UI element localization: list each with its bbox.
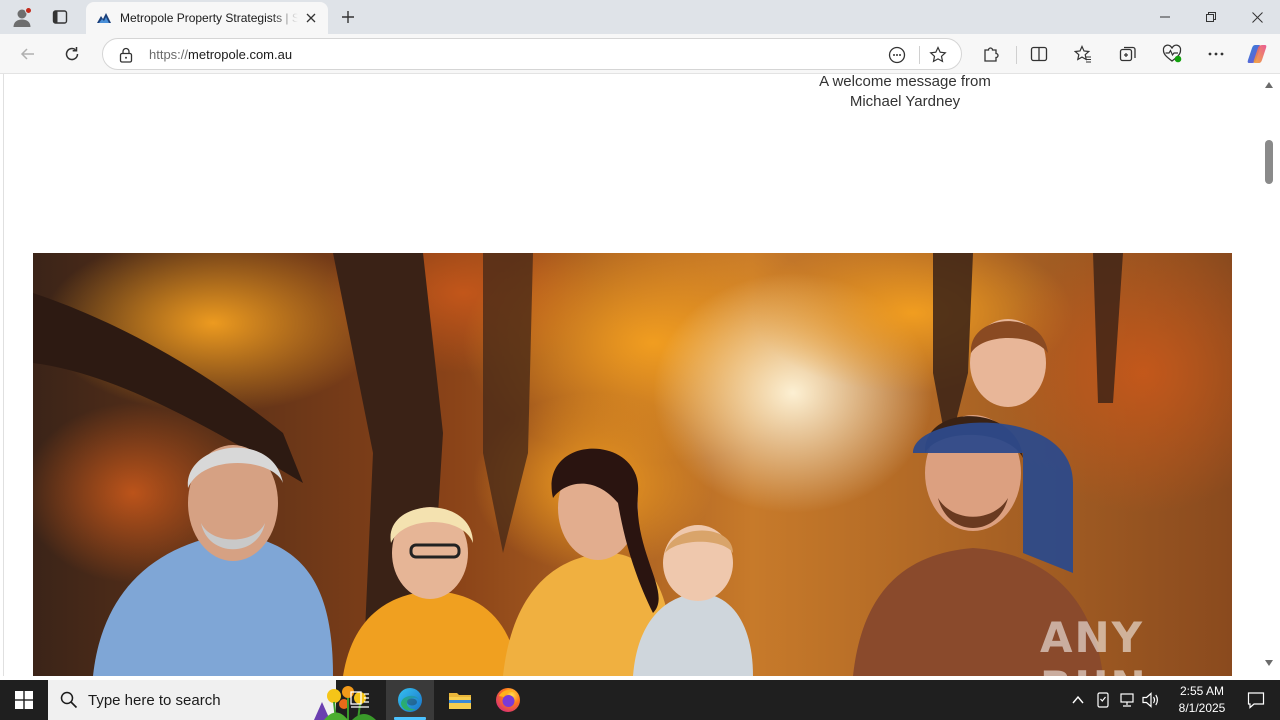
windows-logo-icon <box>15 691 33 709</box>
scroll-thumb[interactable] <box>1265 140 1273 184</box>
page-scrollbar[interactable] <box>1262 74 1276 676</box>
notification-center-button[interactable] <box>1236 680 1276 720</box>
star-add-icon <box>929 46 947 63</box>
scroll-down-button[interactable] <box>1264 658 1274 668</box>
tab-close-button[interactable] <box>302 9 320 27</box>
welcome-message-link[interactable]: A welcome message from Michael Yardney <box>790 74 1020 112</box>
refresh-icon <box>65 47 79 61</box>
address-separator <box>919 46 920 64</box>
metropole-logo-icon <box>97 13 111 23</box>
anyrun-watermark: ANY RUN <box>1040 613 1146 676</box>
browser-essentials-button[interactable] <box>1158 40 1186 68</box>
add-favorite-button[interactable] <box>927 44 949 66</box>
split-screen-button[interactable] <box>1025 40 1053 68</box>
welcome-line-1: A welcome message from <box>819 74 991 90</box>
notification-icon <box>1247 692 1265 709</box>
settings-menu-button[interactable] <box>1202 40 1230 68</box>
collections-icon <box>1119 46 1136 62</box>
device-icon <box>1097 692 1109 708</box>
tab-actions-icon <box>52 10 68 24</box>
url-scheme: https:// <box>149 47 189 62</box>
url-text[interactable]: https://metropole.com.au <box>149 47 292 62</box>
close-icon <box>306 13 316 23</box>
scroll-up-button[interactable] <box>1264 80 1274 90</box>
taskbar-clock[interactable]: 2:55 AM 8/1/2025 <box>1160 683 1244 717</box>
taskbar-file-explorer[interactable] <box>436 680 484 720</box>
favorites-button[interactable] <box>1069 40 1097 68</box>
search-placeholder: Type here to search <box>88 692 221 709</box>
welcome-line-2: Michael Yardney <box>849 93 961 110</box>
tray-network-button[interactable] <box>1117 690 1137 710</box>
windows-taskbar: Type here to search 2:55 AM 8/1/2025 <box>0 680 1280 720</box>
more-icon <box>1208 52 1224 56</box>
plus-icon <box>342 11 354 23</box>
close-window-button[interactable] <box>1234 0 1280 34</box>
copilot-button[interactable] <box>1243 40 1271 68</box>
page-viewport: A welcome message from Michael Yardney A… <box>0 74 1280 676</box>
taskbar-search[interactable]: Type here to search <box>48 680 376 720</box>
profile-button[interactable] <box>8 4 36 30</box>
chevron-up-icon <box>1072 696 1084 704</box>
refresh-button[interactable] <box>58 40 86 68</box>
toolbar-separator <box>1016 46 1017 64</box>
puzzle-icon <box>984 47 999 62</box>
edge-icon <box>398 688 422 712</box>
clock-date: 8/1/2025 <box>1178 701 1226 715</box>
new-tab-button[interactable] <box>336 5 360 29</box>
heart-pulse-icon <box>1162 44 1182 63</box>
minimize-button[interactable] <box>1142 0 1188 34</box>
search-icon <box>60 691 78 709</box>
lock-icon <box>119 47 133 63</box>
profile-notification-badge <box>25 7 32 14</box>
reader-mode-icon <box>888 46 906 64</box>
clock-time: 2:55 AM <box>1179 684 1225 698</box>
copilot-icon <box>1247 45 1267 63</box>
split-screen-icon <box>1030 46 1048 62</box>
arrow-left-icon <box>20 48 34 60</box>
network-icon <box>1120 693 1134 707</box>
firefox-icon <box>496 688 520 712</box>
triangle-up-icon <box>1265 82 1273 88</box>
tray-volume-button[interactable] <box>1141 690 1161 710</box>
tray-security-button[interactable] <box>1093 690 1113 710</box>
restore-button[interactable] <box>1188 0 1234 34</box>
close-icon <box>1251 11 1263 23</box>
favorites-icon <box>1074 45 1091 63</box>
read-aloud-button[interactable] <box>886 44 908 66</box>
task-view-button[interactable] <box>336 680 384 720</box>
task-view-icon <box>350 691 369 708</box>
collections-button[interactable] <box>1114 40 1142 68</box>
site-info-button[interactable] <box>117 46 135 64</box>
show-hidden-icons-button[interactable] <box>1068 690 1088 710</box>
volume-icon <box>1142 692 1158 708</box>
url-host: metropole.com.au <box>188 47 293 62</box>
hero-image: ANY RUN <box>33 253 1232 676</box>
tab-actions-button[interactable] <box>46 4 74 30</box>
extensions-button[interactable] <box>977 40 1005 68</box>
browser-toolbar: https://metropole.com.au <box>0 34 1280 74</box>
taskbar-firefox[interactable] <box>484 680 532 720</box>
tab-strip: Metropole Property Strategists | Sydney,… <box>0 0 1280 34</box>
back-button[interactable] <box>14 40 42 68</box>
minimize-icon <box>1160 16 1170 18</box>
start-button[interactable] <box>0 680 48 720</box>
file-explorer-icon <box>449 693 471 709</box>
triangle-down-icon <box>1265 660 1273 666</box>
tab-active[interactable]: Metropole Property Strategists | Sydney,… <box>86 2 328 34</box>
restore-icon <box>1206 12 1216 22</box>
tab-title: Metropole Property Strategists | Sydney,… <box>120 11 298 25</box>
taskbar-edge[interactable] <box>386 680 434 720</box>
address-bar[interactable]: https://metropole.com.au <box>102 38 962 70</box>
page-edge <box>3 74 4 676</box>
